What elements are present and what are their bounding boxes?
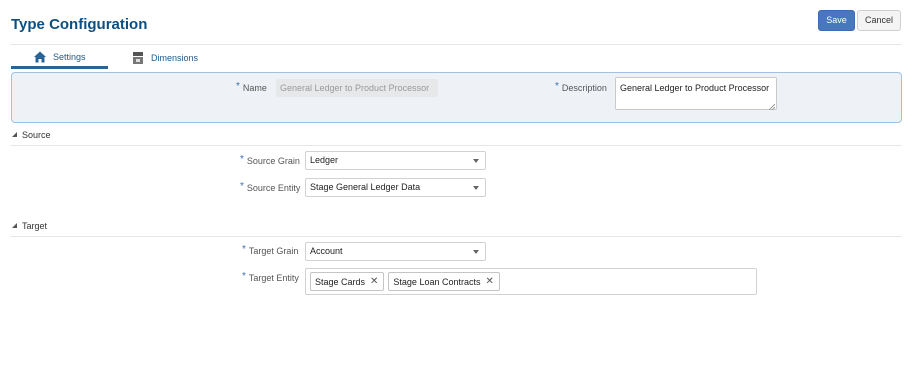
target-entity-multiselect[interactable]: Stage Cards ✕ Stage Loan Contracts ✕ [305, 268, 757, 295]
cancel-button[interactable]: Cancel [857, 10, 901, 31]
chevron-down-icon [473, 159, 479, 163]
entity-chip: Stage Cards ✕ [310, 272, 385, 291]
home-icon [33, 50, 47, 64]
target-entity-label: * Target Entity [242, 271, 299, 283]
description-field[interactable]: General Ledger to Product Processor [615, 77, 777, 111]
source-grain-select[interactable]: Ledger [305, 151, 486, 170]
resize-grip-icon[interactable] [768, 102, 776, 111]
description-label: * Description [555, 81, 607, 93]
entity-chip-label: Stage Cards [315, 276, 366, 287]
tab-dimensions-label: Dimensions [151, 53, 199, 63]
entity-chip-label: Stage Loan Contracts [393, 276, 481, 287]
source-grain-value: Ledger [310, 155, 339, 165]
target-section-label: Target [22, 221, 48, 231]
source-section-header[interactable]: Source [11, 130, 51, 140]
collapse-triangle-icon [11, 130, 22, 140]
source-grain-label: * Source Grain [240, 154, 300, 166]
save-button[interactable]: Save [818, 10, 855, 31]
target-section-header[interactable]: Target [11, 221, 47, 231]
name-label: * Name [236, 81, 267, 93]
close-icon[interactable]: ✕ [485, 276, 493, 287]
tab-settings[interactable]: Settings [11, 47, 108, 69]
target-grain-select[interactable]: Account [305, 242, 486, 261]
chevron-down-icon [473, 250, 479, 254]
tab-settings-label: Settings [53, 51, 86, 62]
chevron-down-icon [473, 186, 479, 190]
page-title: Type Configuration [11, 16, 148, 33]
dimensions-icon [131, 51, 145, 65]
source-entity-value: Stage General Ledger Data [310, 182, 421, 192]
source-entity-select[interactable]: Stage General Ledger Data [305, 178, 486, 197]
tab-dimensions[interactable]: Dimensions [129, 47, 198, 69]
close-icon[interactable]: ✕ [370, 276, 378, 287]
source-section-label: Source [22, 130, 51, 140]
target-grain-value: Account [310, 246, 343, 256]
source-divider [10, 145, 902, 146]
collapse-triangle-icon [11, 221, 22, 231]
name-field: General Ledger to Product Processor [276, 79, 438, 97]
source-entity-label: * Source Entity [240, 181, 301, 193]
header-divider [10, 44, 902, 45]
description-text: General Ledger to Product Processor [620, 83, 770, 93]
target-grain-label: * Target Grain [242, 244, 299, 256]
target-divider [10, 236, 902, 237]
entity-chip: Stage Loan Contracts ✕ [388, 272, 500, 291]
